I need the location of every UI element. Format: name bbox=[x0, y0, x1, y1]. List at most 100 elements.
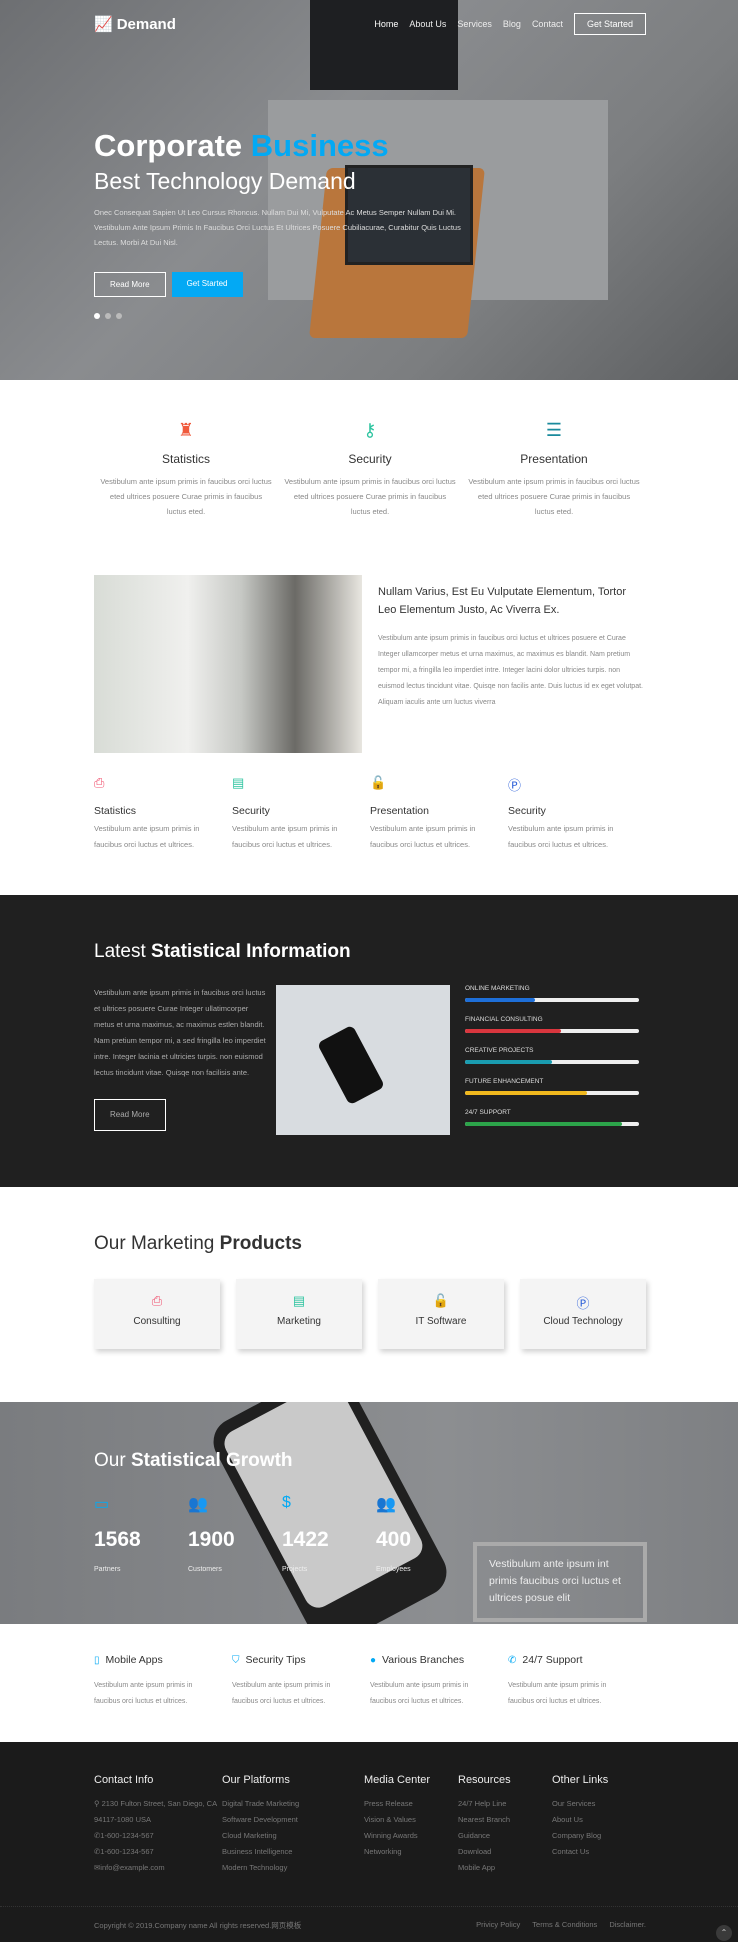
map-pin-icon: ⚲ bbox=[94, 1799, 100, 1808]
progress-track bbox=[465, 1122, 639, 1126]
growth-section: Our Statistical Growth ▭ 1568 Partners 👥 190… bbox=[0, 1402, 738, 1624]
footer-heading: Other Links bbox=[552, 1774, 609, 1786]
stat-counter: $1422 Projects bbox=[282, 1494, 376, 1573]
stat-value: 1568 bbox=[94, 1528, 141, 1551]
nav-services[interactable]: Services bbox=[457, 19, 492, 29]
section-title: Latest Statistical Information bbox=[94, 941, 351, 962]
footer-phone[interactable]: ✆1-600-1234-567 bbox=[94, 1844, 222, 1860]
footer-link[interactable]: About Us bbox=[552, 1812, 646, 1828]
footer-link[interactable]: Winning Awards bbox=[364, 1828, 458, 1844]
service-item: ⛉ Security Tips Vestibulum ante ipsum prim… bbox=[232, 1654, 370, 1742]
get-started-button[interactable]: Get Started bbox=[171, 272, 243, 297]
hero-title: Corporate Business bbox=[94, 128, 389, 163]
feature-text: Vestibulum ante ipsum primis in faucibus… bbox=[468, 477, 640, 516]
dollar-icon: $ bbox=[282, 1494, 291, 1511]
printer-icon: ⎙ bbox=[94, 775, 105, 790]
stat-label: Projects bbox=[282, 1566, 308, 1573]
footer-link[interactable]: Our Services bbox=[552, 1796, 646, 1812]
footer-link[interactable]: Digital Trade Marketing bbox=[222, 1796, 364, 1812]
progress-bar: CREATIVE PROJECTS bbox=[465, 1047, 639, 1064]
product-label: Marketing bbox=[277, 1316, 321, 1327]
nav-contact[interactable]: Contact bbox=[532, 19, 563, 29]
footer-phone[interactable]: ✆1-600-1234-567 bbox=[94, 1828, 222, 1844]
progress-label: FINANCIAL CONSULTING bbox=[465, 1016, 543, 1023]
feature-title: Presentation bbox=[520, 452, 588, 466]
feature-item: 🔓 Presentation Vestibulum ante ipsum primi… bbox=[370, 775, 508, 895]
section-title: Our Marketing Products bbox=[94, 1233, 303, 1254]
nav-home[interactable]: Home bbox=[374, 19, 398, 29]
hero-text: Onec Consequat Sapien Ut Leo Cursus Rhon… bbox=[94, 208, 461, 247]
privacy-link[interactable]: Privicy Policy bbox=[476, 1920, 520, 1931]
progress-bar: 24/7 SUPPORT bbox=[465, 1109, 639, 1126]
footer-link[interactable]: Mobile App bbox=[458, 1860, 552, 1876]
info-text: Vestibulum ante ipsum primis in faucibus… bbox=[94, 988, 266, 1077]
divider bbox=[0, 1906, 738, 1907]
progress-track bbox=[465, 1091, 639, 1095]
progress-bar: FUTURE ENHANCEMENT bbox=[465, 1078, 639, 1095]
feature-title: Security bbox=[348, 452, 392, 466]
footer-link[interactable]: Nearest Branch bbox=[458, 1812, 552, 1828]
footer-heading: Our Platforms bbox=[222, 1774, 290, 1786]
slide-dot[interactable] bbox=[116, 313, 122, 319]
read-more-button[interactable]: Read More bbox=[94, 1099, 166, 1131]
progress-label: 24/7 SUPPORT bbox=[465, 1109, 511, 1116]
product-card[interactable]: Ⓟ Cloud Technology bbox=[520, 1279, 646, 1349]
progress-bar: ONLINE MARKETING bbox=[465, 985, 639, 1002]
parking-icon: Ⓟ bbox=[576, 1296, 590, 1311]
footer-column: Other Links Our Services About Us Company B… bbox=[552, 1774, 646, 1876]
product-label: Cloud Technology bbox=[543, 1316, 623, 1327]
product-card[interactable]: ▤ Marketing bbox=[236, 1279, 362, 1349]
product-card[interactable]: ⎙ Consulting bbox=[94, 1279, 220, 1349]
stat-counter: ▭ 1568 Partners bbox=[94, 1494, 188, 1573]
feature-text: Vestibulum ante ipsum primis in faucibus… bbox=[94, 824, 200, 849]
hero-section: 📈 Demand Home About Us Services Blog Cont… bbox=[0, 0, 738, 380]
phone-icon: ✆ bbox=[508, 1654, 517, 1666]
terms-link[interactable]: Terms & Conditions bbox=[532, 1920, 597, 1931]
credit-card-icon: ▭ bbox=[94, 1496, 110, 1513]
feature-title: Statistics bbox=[161, 452, 210, 466]
progress-label: ONLINE MARKETING bbox=[465, 985, 530, 992]
feature-item: ▤ Security Vestibulum ante ipsum primis in… bbox=[232, 775, 370, 895]
feature-item: Ⓟ Security Vestibulum ante ipsum primis in… bbox=[508, 775, 646, 895]
footer-link[interactable]: Vision & Values bbox=[364, 1812, 458, 1828]
service-item: ● Various Branches Vestibulum ante ipsum p… bbox=[370, 1654, 508, 1742]
copyright: Copyright © 2019.Company name All rights… bbox=[94, 1921, 302, 1930]
footer-column: Media Center Press Release Vision & Values… bbox=[364, 1774, 458, 1876]
nav-get-started-button[interactable]: Get Started bbox=[573, 13, 646, 35]
footer-link[interactable]: Guidance bbox=[458, 1828, 552, 1844]
slide-dot[interactable] bbox=[94, 313, 100, 319]
mobile-icon: ▯ bbox=[94, 1654, 100, 1666]
nav-about[interactable]: About Us bbox=[409, 19, 446, 29]
nav-blog[interactable]: Blog bbox=[503, 19, 521, 29]
globe-icon: ● bbox=[370, 1654, 377, 1666]
disclaimer-link[interactable]: Disclaimer. bbox=[609, 1920, 646, 1931]
section-title: Our Statistical Growth bbox=[94, 1450, 293, 1471]
feature-card: ☰ Presentation Vestibulum ante ipsum primi… bbox=[462, 420, 646, 575]
logo[interactable]: 📈 Demand bbox=[94, 15, 176, 34]
footer-email[interactable]: ✉info@example.com bbox=[94, 1860, 222, 1876]
product-card[interactable]: 🔓 IT Software bbox=[378, 1279, 504, 1349]
shield-icon: ⛉ bbox=[232, 1654, 240, 1666]
footer-link[interactable]: Modern Technology bbox=[222, 1860, 364, 1876]
scroll-to-top-button[interactable]: ⌃ bbox=[716, 1925, 732, 1941]
footer-link[interactable]: Software Development bbox=[222, 1812, 364, 1828]
feature-text: Vestibulum ante ipsum primis in faucibus… bbox=[370, 824, 476, 849]
service-text: Vestibulum ante ipsum primis in faucibus… bbox=[94, 1682, 193, 1705]
footer-link[interactable]: Press Release bbox=[364, 1796, 458, 1812]
footer-link[interactable]: Cloud Marketing bbox=[222, 1828, 364, 1844]
users-icon: 👥 bbox=[188, 1496, 208, 1513]
footer-link[interactable]: Company Blog bbox=[552, 1828, 646, 1844]
navbar: 📈 Demand Home About Us Services Blog Cont… bbox=[94, 12, 646, 36]
footer-link[interactable]: Networking bbox=[364, 1844, 458, 1860]
hero-subtitle: Best Technology Demand bbox=[94, 168, 356, 194]
footer-link[interactable]: Contact Us bbox=[552, 1844, 646, 1860]
slide-dot[interactable] bbox=[105, 313, 111, 319]
stat-value: 1900 bbox=[188, 1528, 235, 1551]
footer-link[interactable]: Download bbox=[458, 1844, 552, 1860]
feature-title: Presentation bbox=[370, 805, 429, 817]
read-more-button[interactable]: Read More bbox=[94, 272, 166, 297]
footer-link[interactable]: 24/7 Help Line bbox=[458, 1796, 552, 1812]
progress-label: CREATIVE PROJECTS bbox=[465, 1047, 534, 1054]
footer-link[interactable]: Business Intelligence bbox=[222, 1844, 364, 1860]
feature-text: Vestibulum ante ipsum primis in faucibus… bbox=[284, 477, 456, 516]
